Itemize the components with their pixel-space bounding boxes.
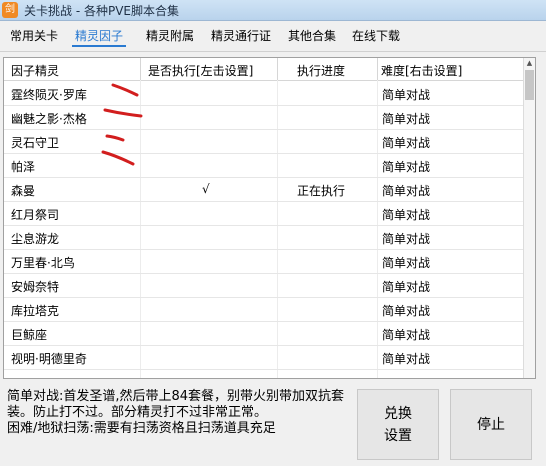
column-divider [377, 58, 378, 80]
table-row[interactable]: 万里春·北鸟 简单对战 [4, 249, 524, 274]
table-row[interactable]: 森曼 √ 正在执行 简单对战 [4, 177, 524, 202]
tab-online-download[interactable]: 在线下载 [352, 27, 400, 44]
active-tab-indicator [72, 45, 126, 47]
help-text: 简单对战:首发圣谱,然后带上84套餐，别带火别带加双抗套装。防止打不过。部分精灵… [7, 389, 355, 437]
cell-progress: 正在执行 [297, 184, 346, 198]
help-text-hard: 困难/地狱扫荡:需要有扫荡资格且扫荡道具充足 [7, 421, 276, 436]
annotation-stroke [111, 83, 139, 97]
header-sprite[interactable]: 因子精灵 [11, 62, 59, 79]
cell-sprite-name: 帕泽 [11, 160, 36, 174]
header-difficulty[interactable]: 难度[右击设置] [381, 62, 462, 79]
table-scrollbar[interactable]: ▲ [523, 58, 535, 378]
cell-sprite-name: 尘息游龙 [11, 232, 60, 246]
table-row[interactable]: 灵石守卫 简单对战 [4, 129, 524, 154]
annotation-stroke [105, 134, 125, 142]
column-divider [140, 58, 141, 80]
tab-sprite-pass[interactable]: 精灵通行证 [211, 27, 271, 44]
exchange-button-label: 兑换 [384, 405, 412, 422]
table-row[interactable]: 幽魅之影·杰格 简单对战 [4, 105, 524, 130]
cell-sprite-name: 巨鲸座 [11, 328, 48, 342]
tab-divider [0, 51, 546, 52]
table-row[interactable]: 帕泽 简单对战 [4, 153, 524, 178]
tab-other-collection[interactable]: 其他合集 [288, 27, 336, 44]
table-header: 因子精灵 是否执行[左击设置] 执行进度 难度[右击设置] [4, 58, 524, 81]
header-execute[interactable]: 是否执行[左击设置] [148, 62, 253, 79]
cell-difficulty[interactable]: 简单对战 [382, 278, 430, 295]
cell-difficulty[interactable]: 简单对战 [382, 302, 430, 319]
table-row[interactable]: 库拉塔克 简单对战 [4, 297, 524, 322]
cell-difficulty[interactable]: 简单对战 [382, 206, 430, 223]
table-row[interactable]: 红月祭司 简单对战 [4, 201, 524, 226]
tab-common-levels[interactable]: 常用关卡 [10, 27, 58, 44]
cell-sprite-name: 森曼 [11, 184, 36, 198]
table-row[interactable]: 安姆奈特 简单对战 [4, 273, 524, 298]
help-text-simple: 简单对战:首发圣谱,然后带上84套餐，别带火别带加双抗套装。防止打不过。部分精灵… [7, 389, 345, 420]
tab-sprite-affiliates[interactable]: 精灵附属 [146, 27, 194, 44]
cell-difficulty[interactable]: 简单对战 [382, 326, 430, 343]
stop-button[interactable]: 停止 [450, 389, 532, 460]
cell-sprite-name: 库拉塔克 [11, 304, 60, 318]
column-divider [277, 58, 278, 80]
cell-difficulty[interactable]: 简单对战 [382, 254, 430, 271]
cell-difficulty[interactable]: 简单对战 [382, 134, 430, 151]
cell-sprite-name: 霆终陨灭·罗库 [11, 88, 87, 102]
scroll-thumb[interactable] [525, 70, 534, 100]
cell-sprite-name: 安姆奈特 [11, 280, 60, 294]
window-title: 关卡挑战 - 各种PVE脚本合集 [24, 4, 179, 18]
cell-sprite-name: 红月祭司 [11, 208, 60, 222]
title-bar: 剑 关卡挑战 - 各种PVE脚本合集 [0, 0, 546, 21]
cell-difficulty[interactable]: 简单对战 [382, 182, 430, 199]
red-annotation-marks [101, 83, 143, 166]
scroll-up-arrow-icon[interactable]: ▲ [524, 58, 535, 69]
stop-button-label: 停止 [477, 416, 505, 433]
table-row[interactable]: 视明·明德里奇 简单对战 [4, 345, 524, 370]
annotation-stroke [101, 150, 135, 166]
factor-table[interactable]: 因子精灵 是否执行[左击设置] 执行进度 难度[右击设置] 霆终陨灭·罗库简单对… [3, 57, 536, 379]
cell-difficulty[interactable]: 简单对战 [382, 110, 430, 127]
table-row[interactable]: 巨鲸座 简单对战 [4, 321, 524, 346]
table-row[interactable]: 尘息游龙 简单对战 [4, 225, 524, 250]
cell-difficulty[interactable]: 简单对战 [382, 350, 430, 367]
cell-sprite-name: 视明·明德里奇 [11, 352, 87, 366]
annotation-stroke [103, 108, 143, 118]
tab-sprite-factor[interactable]: 精灵因子 [75, 27, 123, 44]
cell-sprite-name: 万里春·北鸟 [11, 256, 75, 270]
header-progress[interactable]: 执行进度 [297, 62, 345, 79]
cell-difficulty[interactable]: 简单对战 [382, 230, 430, 247]
cell-difficulty[interactable]: 简单对战 [382, 86, 430, 103]
exchange-settings-button[interactable]: 兑换 设置 [357, 389, 439, 460]
table-row[interactable]: 霆终陨灭·罗库 简单对战 [4, 81, 524, 106]
settings-button-label: 设置 [384, 427, 412, 444]
app-icon: 剑 [2, 2, 18, 18]
cell-sprite-name: 幽魅之影·杰格 [11, 112, 87, 126]
cell-sprite-name: 灵石守卫 [11, 136, 60, 150]
cell-difficulty[interactable]: 简单对战 [382, 158, 430, 175]
tab-bar: 常用关卡 精灵因子 精灵附属 精灵通行证 其他合集 在线下载 [0, 21, 546, 51]
